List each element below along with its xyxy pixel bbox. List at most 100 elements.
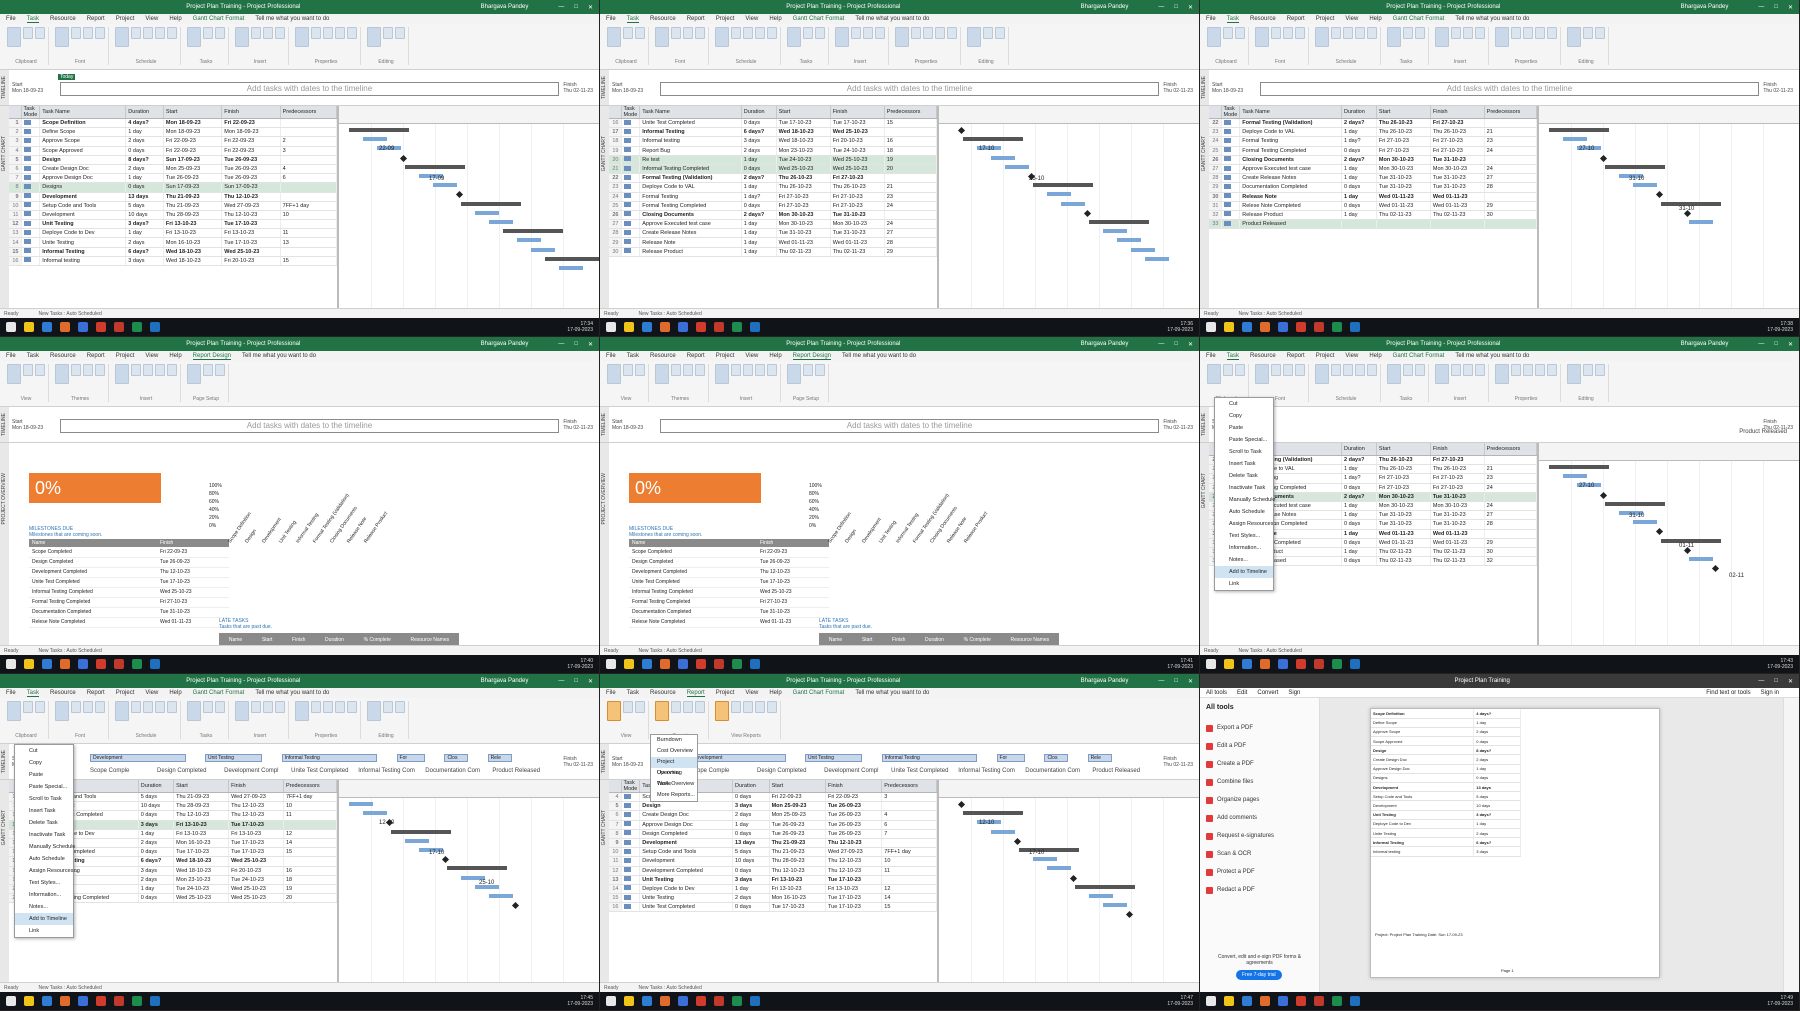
task-name[interactable]: Formal Testing Completed — [1239, 146, 1343, 156]
taskbar-app-icon[interactable] — [696, 996, 706, 1006]
taskbar-app-icon[interactable] — [732, 659, 742, 669]
ribbon-button-icon[interactable] — [715, 364, 729, 384]
taskbar-app-icon[interactable] — [660, 322, 670, 332]
task-finish[interactable]: Thu 12-10-23 — [228, 810, 284, 821]
taskbar-app-icon[interactable] — [132, 659, 142, 669]
task-name[interactable]: Formal Testing (Validation) — [639, 173, 742, 184]
ribbon-button-icon[interactable] — [1271, 27, 1281, 39]
task-row[interactable]: 30Release Note1 dayWed 01-11-23Wed 01-11… — [1209, 192, 1537, 202]
task-name[interactable]: Deploye Code to VAL — [639, 182, 742, 193]
ribbon-button-icon[interactable] — [1451, 27, 1461, 39]
task-row[interactable]: 20Re test1 dayTue 24-10-23Wed 25-10-2319 — [609, 155, 937, 165]
gantt-chart[interactable]: 12-10 17-10 25-10 — [339, 780, 599, 982]
task-row[interactable]: 30 Release Product 1 day Thu 02-11-23 Thu 02… — [609, 247, 937, 257]
gantt-chart[interactable]: 12-10 17-10 — [939, 780, 1199, 982]
task-mode[interactable] — [621, 219, 641, 230]
timeline-bar[interactable]: Clos — [444, 754, 469, 762]
taskbar-app-icon[interactable] — [714, 659, 724, 669]
task-bar[interactable] — [1145, 256, 1169, 261]
task-start[interactable]: Mon 30-10-23 — [1376, 164, 1431, 175]
column-header[interactable]: Task Name — [39, 106, 127, 119]
taskbar-app-icon[interactable] — [732, 322, 742, 332]
ribbon-tab[interactable]: Help — [769, 353, 781, 359]
ribbon-button-icon[interactable] — [607, 701, 621, 721]
task-start[interactable]: Fri 27-10-23 — [1376, 473, 1431, 484]
task-start[interactable]: Thu 02-11-23 — [1376, 210, 1431, 221]
task-dur[interactable]: 1 day — [741, 182, 777, 193]
task-mode[interactable] — [621, 192, 641, 202]
task-bar[interactable] — [363, 811, 387, 816]
ribbon-button-icon[interactable] — [683, 27, 693, 39]
taskbar-app-icon[interactable] — [78, 996, 88, 1006]
task-name[interactable]: Release Product — [1239, 210, 1343, 221]
task-start[interactable]: Wed 25-10-23 — [776, 164, 831, 175]
column-header[interactable]: Task Mode — [21, 106, 41, 119]
task-dur[interactable]: 2 days? — [1341, 118, 1377, 129]
ribbon-tab[interactable]: View — [745, 16, 758, 22]
pdf-tool-item[interactable]: Request e-signatures — [1206, 827, 1313, 845]
taskbar-app-icon[interactable] — [624, 996, 634, 1006]
task-pred[interactable]: 7FF+1 day — [283, 792, 337, 803]
task-pred[interactable]: 12 — [881, 884, 937, 895]
task-row[interactable]: 29 Release Note 1 day Wed 01-11-23 Wed 01-11… — [609, 237, 937, 248]
taskbar-app-icon[interactable] — [24, 996, 34, 1006]
task-pred[interactable]: 16 — [884, 136, 937, 147]
task-row[interactable]: 5 Design 8 days? Sun 17-09-23 Tue 26-09-23 — [9, 155, 337, 165]
task-dur[interactable]: 2 days — [732, 893, 770, 904]
task-mode[interactable] — [21, 118, 41, 129]
ribbon-tab[interactable]: Task — [26, 16, 40, 23]
ribbon-button-icon[interactable] — [1403, 27, 1413, 39]
task-finish[interactable]: Fri 22-09-23 — [825, 792, 883, 803]
ribbon-button-icon[interactable] — [767, 27, 777, 39]
task-row[interactable]: 32Release Product1 dayThu 02-11-23Thu 02… — [1209, 210, 1537, 221]
ribbon-button-icon[interactable] — [1223, 364, 1233, 376]
task-name[interactable]: Formal Testing — [1239, 136, 1343, 147]
task-finish[interactable]: Fri 27-10-23 — [1430, 136, 1485, 147]
column-header[interactable]: Predecessors — [884, 106, 937, 119]
timeline-bar[interactable]: Clos — [1044, 754, 1069, 762]
task-finish[interactable]: Tue 17-10-23 — [228, 847, 284, 858]
taskbar-clock[interactable]: 17:45 17-09-2023 — [567, 995, 599, 1007]
task-finish[interactable]: Tue 17-10-23 — [825, 875, 883, 885]
task-mode[interactable] — [621, 127, 641, 138]
task-row[interactable]: 7 Approve Design Doc 1 day Tue 26-09-23 Tue … — [609, 820, 937, 830]
task-dur[interactable]: 2 days — [138, 875, 175, 885]
ribbon-button-icon[interactable] — [787, 364, 801, 384]
task-mode[interactable] — [1221, 118, 1241, 129]
task-pred[interactable] — [1484, 455, 1537, 466]
ribbon-button-icon[interactable] — [655, 364, 669, 384]
task-row[interactable]: 8 Design Completed 0 days Tue 26-09-23 Tue 2… — [609, 829, 937, 839]
ribbon-tab[interactable]: Report — [87, 690, 105, 696]
timeline-bar[interactable]: Informal Testing — [881, 754, 978, 762]
close-button[interactable]: ✕ — [1188, 341, 1193, 348]
ribbon-tab[interactable]: Resource — [650, 16, 676, 22]
gantt-chart[interactable]: 22-09 17-09 — [339, 106, 599, 308]
taskbar-clock[interactable]: 17:49 17-09-2023 — [1767, 995, 1799, 1007]
user-name[interactable]: Bhargava Pandey — [481, 678, 529, 684]
ribbon-tab[interactable]: Tell me what you want to do — [1455, 353, 1529, 359]
column-header[interactable]: Duration — [1341, 106, 1377, 119]
task-start[interactable]: Fri 27-10-23 — [776, 201, 831, 211]
minimize-button[interactable]: — — [1758, 341, 1764, 348]
task-mode[interactable] — [621, 146, 641, 156]
task-start[interactable]: Tue 17-10-23 — [769, 902, 826, 913]
task-dur[interactable]: 13 days — [125, 192, 164, 202]
ribbon-button-icon[interactable] — [1255, 364, 1269, 384]
ribbon-button-icon[interactable] — [1495, 364, 1509, 384]
task-start[interactable]: Thu 26-10-23 — [776, 173, 831, 184]
taskbar-app-icon[interactable] — [642, 996, 652, 1006]
task-pred[interactable] — [280, 192, 337, 202]
maximize-button[interactable]: □ — [1774, 4, 1778, 11]
timeline-bar[interactable]: Development — [690, 754, 786, 762]
column-header[interactable]: Predecessors — [881, 780, 937, 793]
task-name[interactable]: Unite Test Completed — [639, 118, 742, 129]
task-dur[interactable]: 1 day — [1341, 173, 1377, 184]
context-menu-item[interactable]: Paste — [15, 769, 73, 781]
pdf-tool-item[interactable]: Organize pages — [1206, 791, 1313, 809]
ribbon-button-icon[interactable] — [1295, 364, 1305, 376]
task-dur[interactable]: 0 days — [1341, 483, 1377, 493]
task-pred[interactable]: 11 — [283, 810, 337, 821]
taskbar-app-icon[interactable] — [678, 322, 688, 332]
task-finish[interactable]: Wed 25-10-23 — [228, 893, 284, 904]
task-name[interactable]: Scope Approved — [39, 146, 127, 156]
